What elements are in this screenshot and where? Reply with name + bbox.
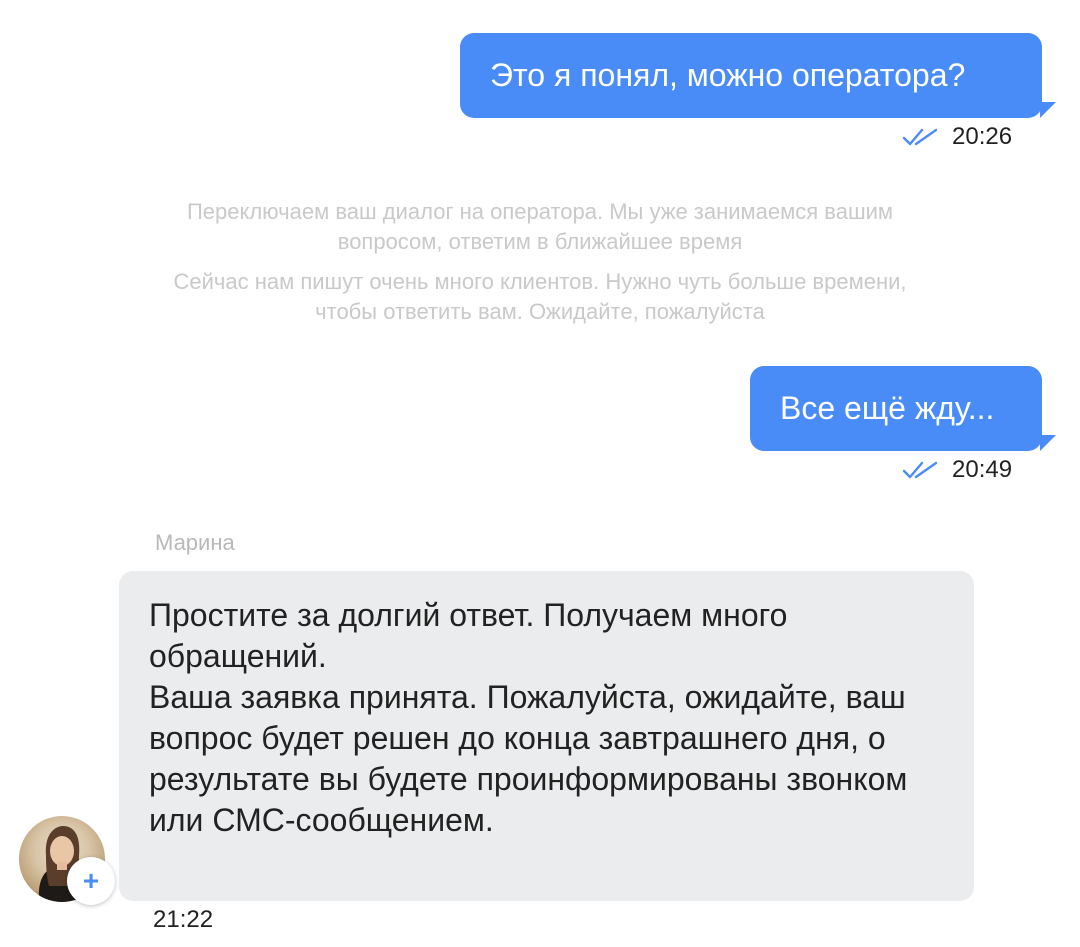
plus-icon[interactable]: + [67,857,115,905]
sender-name: Марина [155,530,235,555]
outgoing-message-bubble[interactable]: Все ещё жду... [750,366,1042,451]
message-meta: 20:26 [902,123,1012,151]
message-paragraph: Ваша заявка принята. Пожалуйста, ожидайт… [149,679,908,838]
system-message: Сейчас нам пишут очень много клиентов. Н… [173,269,907,324]
message-time: 20:49 [952,456,1013,483]
incoming-message-bubble[interactable]: Простите за долгий ответ. Получаем много… [119,571,974,901]
message-text: Это я понял, можно оператора? [490,57,966,93]
message-paragraph: Простите за долгий ответ. Получаем много… [149,597,788,674]
outgoing-message-bubble[interactable]: Это я понял, можно оператора? [460,33,1042,118]
double-check-icon [902,461,938,479]
message-time: 21:22 [153,906,214,933]
system-message: Переключаем ваш диалог на оператора. Мы … [186,199,894,254]
message-time: 20:26 [952,123,1013,150]
message-meta: 20:49 [902,456,1012,484]
double-check-icon [902,128,938,146]
message-text: Все ещё жду... [780,390,995,426]
bubble-tail [1040,435,1056,451]
bubble-tail [1040,102,1056,118]
